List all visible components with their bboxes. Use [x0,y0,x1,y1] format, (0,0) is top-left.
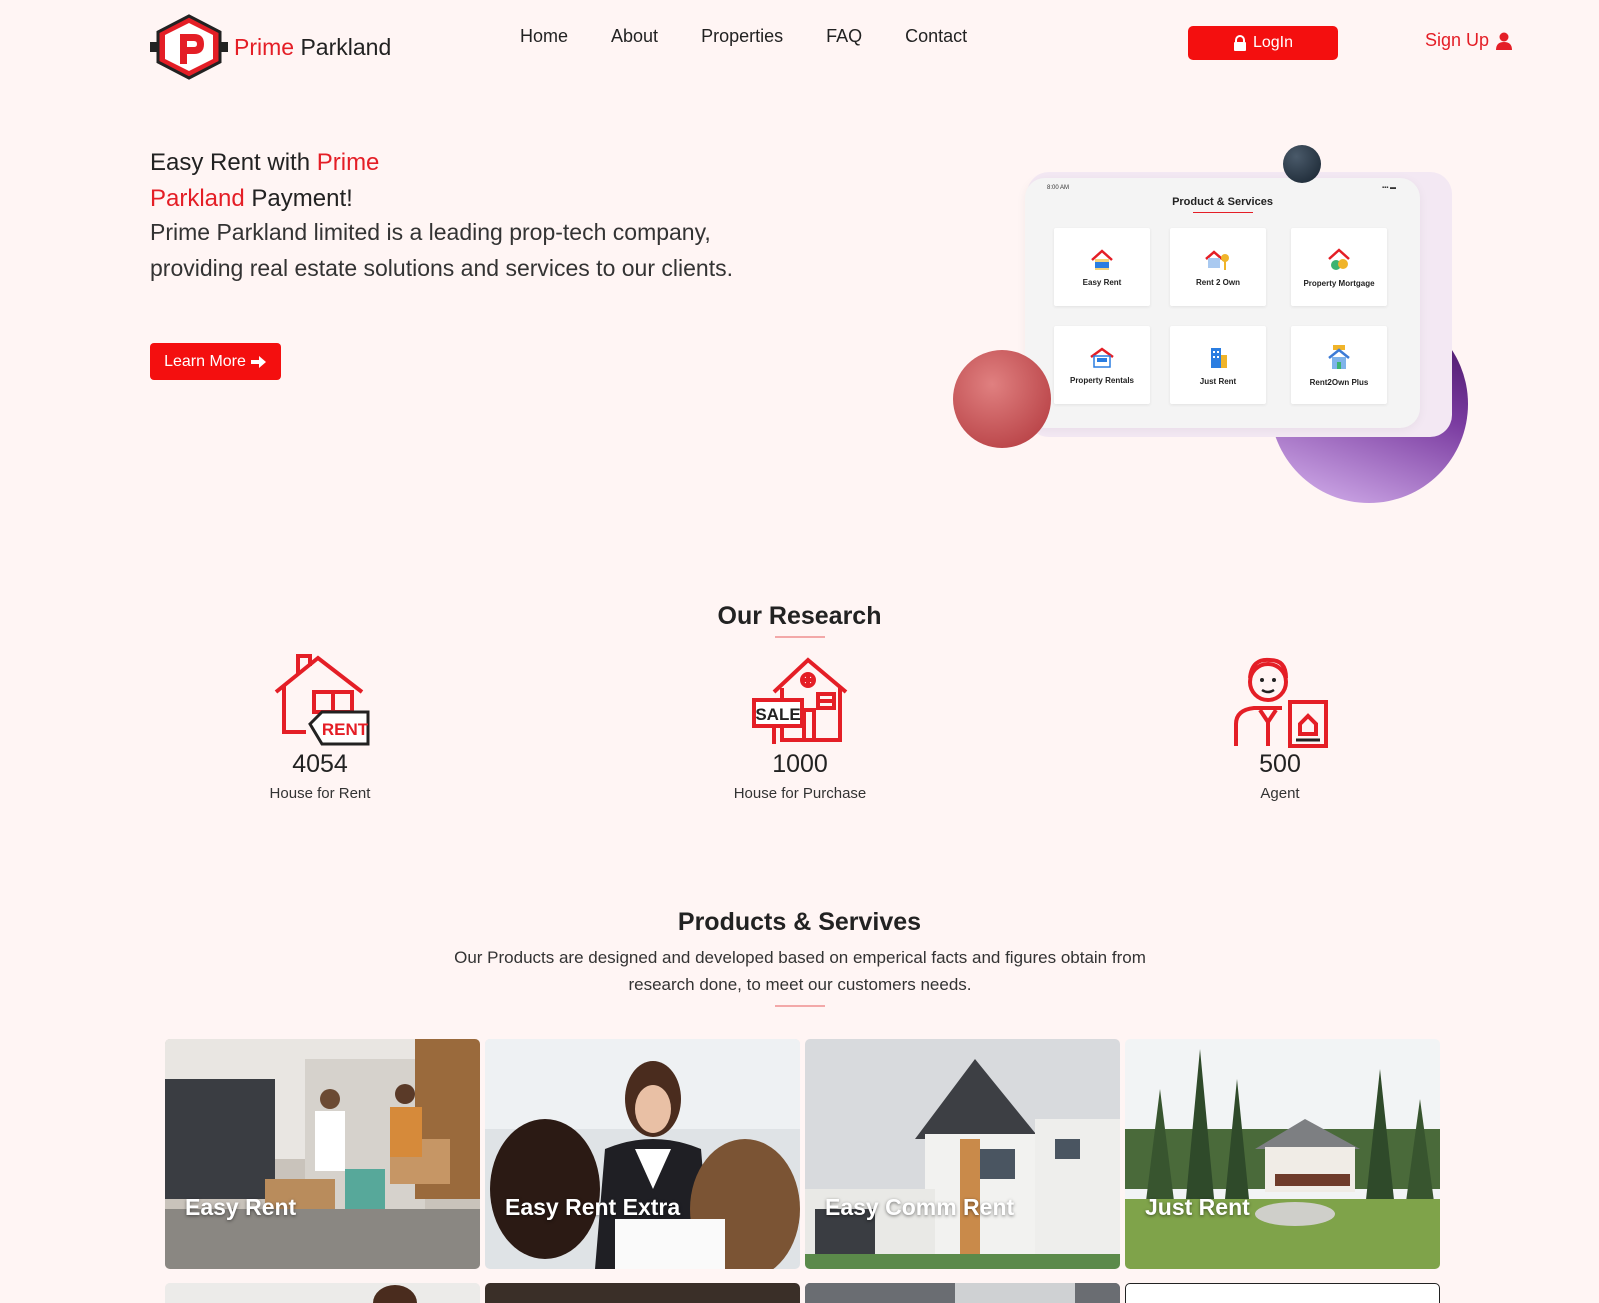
tablet-mockup: 8:00 AM ▪▪▪ ▬ Product & Services Easy Re… [1025,178,1420,428]
nav-contact[interactable]: Contact [905,26,967,47]
meeting-photo [485,1039,800,1269]
product-card-easy-rent-extra[interactable]: Easy Rent Extra [485,1039,800,1269]
product-card-partial[interactable] [1125,1283,1440,1303]
hero-description: Prime Parkland limited is a leading prop… [150,219,733,281]
decorative-circle [953,350,1051,448]
lock-icon [1233,35,1246,51]
tile-just-rent: Just Rent [1170,326,1266,404]
stat-label: House for Rent [269,785,371,802]
sale-house-icon: SALE [752,657,848,744]
product-card-easy-rent[interactable]: Easy Rent [165,1039,480,1269]
arrow-right-icon [250,355,266,368]
stat-house-for-rent: RENT 4054 House for Rent [210,652,430,802]
tablet-title-underline [1193,212,1253,213]
logo[interactable]: Prime Parkland [150,14,391,80]
product-card-partial[interactable] [485,1283,800,1303]
logo-text-parkland: Parkland [300,33,392,60]
rental-house-icon [1090,346,1114,368]
hero-illustration: 8:00 AM ▪▪▪ ▬ Product & Services Easy Re… [950,140,1470,510]
stat-label: Agent [1260,785,1300,802]
logo-icon [150,14,228,80]
nav-home[interactable]: Home [520,26,568,47]
stat-value: 4054 [292,750,348,778]
card-label: Easy Rent [185,1194,297,1220]
product-card-partial[interactable] [165,1283,480,1303]
building-icon [1211,347,1227,368]
product-card-easy-comm-rent[interactable]: Easy Comm Rent [805,1039,1120,1269]
card-label: Just Rent [1145,1194,1250,1220]
login-label: LogIn [1252,34,1294,51]
main-nav: Home About Properties FAQ Contact [520,26,1010,47]
rent-sign-house-icon [1328,344,1350,369]
rent-house-icon: RENT [274,654,370,746]
research-title: Our Research [717,602,882,630]
svg-text:RENT: RENT [322,720,369,739]
family-moving-photo [165,1039,480,1269]
modern-house-photo [805,1039,1120,1269]
tile-property-mortgage: Property Mortgage [1291,228,1387,306]
hero-heading-part: Payment! [244,185,353,212]
tile-rent-2-own: Rent 2 Own [1170,228,1266,306]
mortgage-icon [1328,247,1350,270]
research-title-underline [775,636,825,638]
signup-label: Sign Up [1425,30,1490,50]
learn-more-label: Learn More [164,352,246,370]
building-photo [805,1283,1120,1303]
logo-text: Prime Parkland [234,34,391,61]
tile-label: Just Rent [1199,376,1237,386]
tile-easy-rent: Easy Rent [1054,228,1150,306]
stat-agent: 500 Agent [1170,652,1390,802]
tile-property-rentals: Property Rentals [1054,326,1150,404]
product-card-just-rent[interactable]: Just Rent [1125,1039,1440,1269]
logo-text-prime: Prime [234,33,295,60]
stat-label: House for Purchase [733,785,867,802]
login-button[interactable]: LogIn [1188,26,1338,60]
products-title: Products & Servives [677,908,922,936]
decorative-circle [1283,145,1321,183]
stat-house-for-purchase: SALE 1000 House for Purchase [690,652,910,802]
user-icon [1496,32,1513,50]
card-label: Easy Rent Extra [505,1194,681,1220]
tile-label: Property Rentals [1069,375,1135,385]
person-photo [165,1283,480,1303]
house-key-icon [1205,249,1229,270]
hero-heading: Easy Rent with Prime Parkland Payment! [150,145,790,217]
tablet-battery-icon: ▪▪▪ ▬ [1381,185,1396,191]
signup-link[interactable]: Sign Up [1425,30,1513,51]
tile-rent2own-plus: Rent2Own Plus [1291,326,1387,404]
stat-value: 500 [1259,750,1301,778]
site-header: Prime Parkland Home About Properties FAQ… [0,0,1599,90]
svg-text:SALE: SALE [755,705,800,724]
tablet-time: 8:00 AM [1047,185,1070,191]
products-title-underline [775,1005,825,1007]
product-card-partial[interactable] [805,1283,1120,1303]
tile-label: Rent 2 Own [1195,277,1240,287]
nav-properties[interactable]: Properties [701,26,783,47]
tile-label: Rent2Own Plus [1309,377,1369,387]
forest-cabin-photo [1125,1039,1440,1269]
learn-more-button[interactable]: Learn More [150,343,281,380]
nav-faq[interactable]: FAQ [826,26,862,47]
stat-value: 1000 [772,750,828,778]
products-description: Our Products are designed and developed … [454,948,1146,994]
tile-label: Property Mortgage [1303,278,1375,288]
nav-about[interactable]: About [611,26,658,47]
tablet-title: Product & Services [1172,196,1273,208]
agent-icon [1234,657,1328,748]
rent-house-icon [1091,248,1113,270]
hero-heading-part: Easy Rent with [150,149,317,176]
hero-heading-highlight: Parkland [150,185,245,212]
tile-label: Easy Rent [1082,277,1122,287]
hero-heading-highlight: Prime [316,149,380,176]
card-label: Easy Comm Rent [825,1194,1015,1220]
